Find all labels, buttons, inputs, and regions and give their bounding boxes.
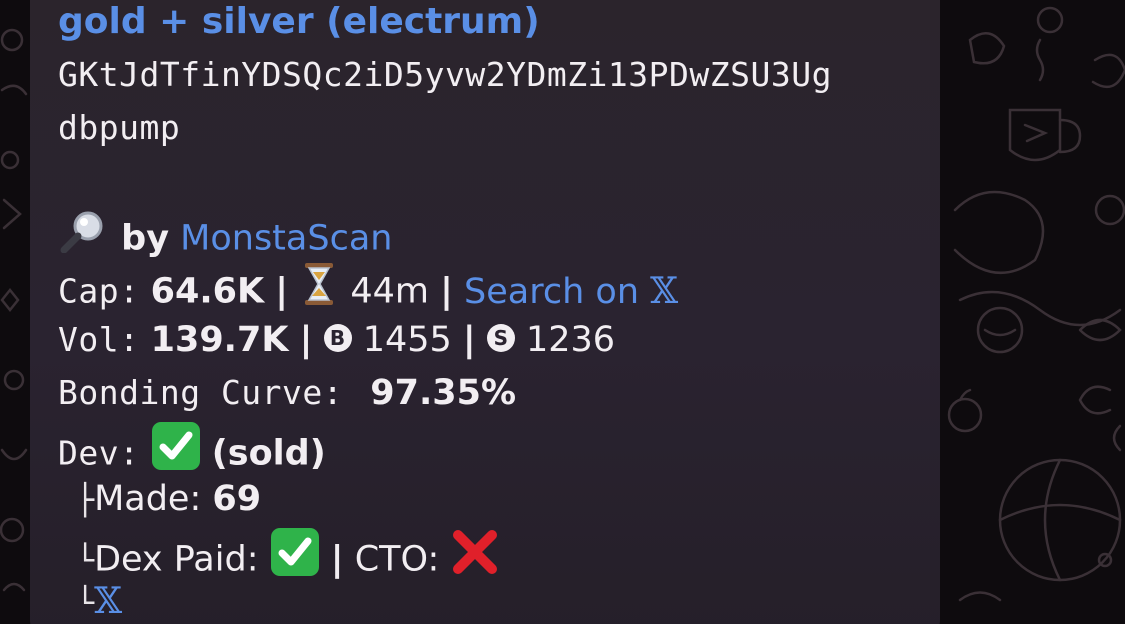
- dex-paid-line: └Dex Paid: | CTO:: [76, 527, 500, 591]
- volume-line: Vol: 139.7K | B 1455 | S 1236: [58, 318, 615, 362]
- contract-address[interactable]: GKtJdTfinYDSQc2iD5yvw2YDmZi13PDwZSU3Ug: [58, 53, 832, 97]
- cap-line: Cap: 64.6K | 44m | Search on 𝕏: [58, 262, 679, 320]
- tree-branch: └: [76, 543, 95, 579]
- buys-icon: B: [323, 324, 352, 352]
- buys-count: 1455: [362, 320, 452, 360]
- separator: |: [299, 320, 313, 360]
- vol-value: 139.7K: [150, 320, 289, 360]
- made-value: 69: [212, 479, 262, 519]
- scanner-prefix: by: [121, 218, 170, 259]
- sells-count: 1236: [525, 320, 616, 360]
- dev-line: Dev: (sold): [58, 421, 326, 485]
- x-logo-icon[interactable]: 𝕏: [94, 581, 122, 622]
- search-on-x-link[interactable]: Search on 𝕏: [464, 270, 679, 312]
- bonding-value: 97.35%: [370, 373, 517, 413]
- scanner-link[interactable]: MonstaScan: [180, 219, 392, 259]
- red-cross-icon: [450, 527, 500, 588]
- cap-value: 64.6K: [150, 271, 265, 312]
- chat-screen: gold + silver (electrum) GKtJdTfinYDSQc2…: [0, 0, 1125, 624]
- separator: |: [330, 539, 344, 580]
- separator: |: [462, 320, 476, 360]
- cap-label: Cap:: [58, 271, 140, 311]
- token-title-link[interactable]: gold + silver (electrum): [58, 1, 540, 42]
- token-title-line: gold + silver (electrum): [58, 0, 540, 44]
- tree-branch: ├: [76, 483, 95, 518]
- bonding-curve-line: Bonding Curve: 97.35%: [58, 371, 516, 415]
- separator: |: [440, 271, 453, 312]
- platform-label: dbpump: [58, 108, 181, 147]
- magnifier-icon: [58, 209, 110, 264]
- dex-paid-label: Dex Paid:: [94, 539, 259, 580]
- age-value: 44m: [350, 271, 429, 312]
- dev-status: (sold): [211, 433, 326, 474]
- tree-branch: └: [76, 586, 95, 621]
- sells-icon: S: [486, 324, 515, 352]
- x-link-line: └𝕏: [76, 580, 122, 624]
- dev-label: Dev:: [58, 433, 140, 473]
- separator: |: [275, 271, 289, 312]
- search-on-label: Search on: [464, 271, 640, 312]
- cto-label: CTO:: [354, 539, 440, 580]
- check-box-icon: [151, 421, 201, 482]
- vol-label: Vol:: [58, 320, 140, 359]
- made-label: Made:: [94, 479, 202, 519]
- hourglass-icon: [299, 262, 339, 317]
- check-box-icon: [270, 527, 320, 588]
- made-line: ├Made: 69: [76, 477, 261, 523]
- scanner-line: by MonstaScan: [58, 209, 392, 267]
- x-logo-icon: 𝕏: [650, 270, 679, 312]
- bonding-label: Bonding Curve:: [58, 373, 344, 412]
